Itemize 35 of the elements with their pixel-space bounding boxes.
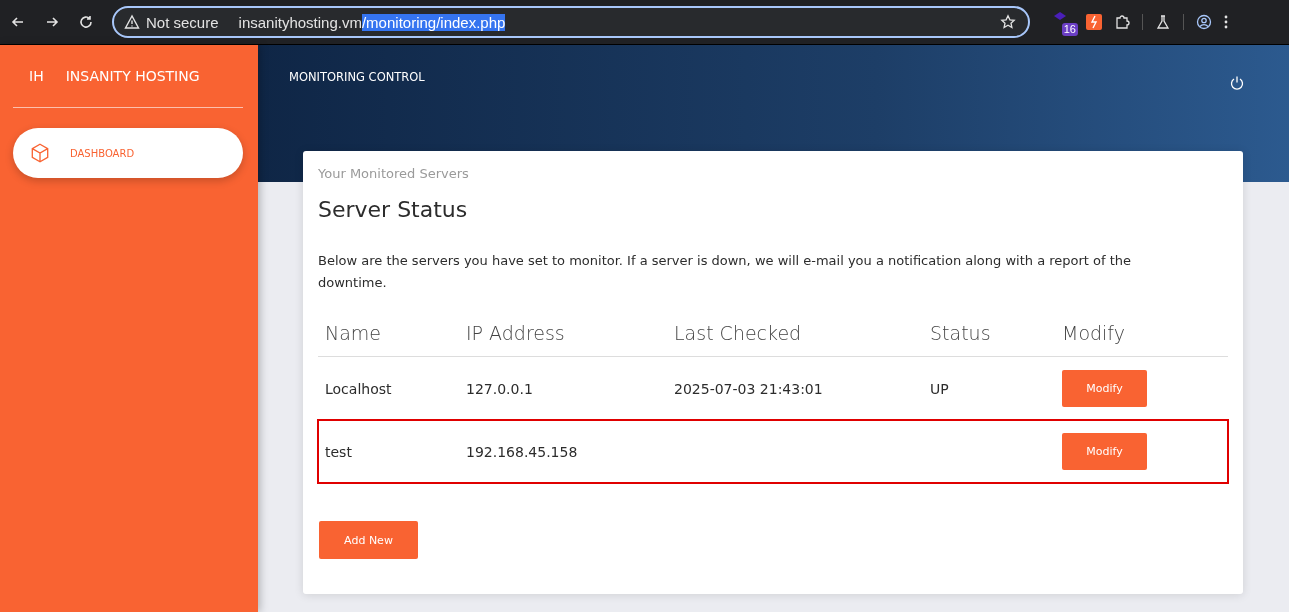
column-header: Status [923,310,1055,357]
puzzle-icon[interactable] [1114,14,1130,30]
column-header: Modify [1055,310,1228,357]
column-header: IP Address [459,310,667,357]
card-category: Your Monitored Servers [318,166,470,181]
sidebar-nav-item[interactable]: DASHBOARD [13,128,243,178]
header-title: MONITORING CONTROL [289,69,425,84]
modify-button[interactable]: Modify [1062,433,1147,470]
extension-badge: 16 [1061,23,1078,36]
table-cell: 192.168.45.158 [466,443,578,460]
column-header: Name [318,310,459,357]
logo-mini[interactable]: IH [29,68,44,84]
table-cell: 127.0.0.1 [466,380,533,397]
table-cell: test [325,443,352,460]
menu-icon[interactable] [1224,14,1228,30]
reload-icon[interactable] [78,14,94,30]
url-text: insanityhosting.vm/monitoring/index.php [238,13,507,31]
address-bar[interactable]: Not secure insanityhosting.vm/monitoring/index.php [112,6,1030,38]
column-header: Last Checked [667,310,923,357]
logo-text[interactable]: INSANITY HOSTING [65,68,200,84]
table-cell: UP [930,380,949,397]
add-new-button[interactable]: Add New [319,521,418,559]
security-label: Not secure [146,13,219,31]
flask-icon[interactable] [1155,14,1171,30]
card-title: Server Status [318,197,469,222]
table-cell: Localhost [325,380,392,397]
power-icon[interactable] [1229,75,1245,91]
table-cell: 2025-07-03 21:43:01 [674,380,823,397]
bookmark-star-icon[interactable] [1000,14,1016,30]
lightning-icon[interactable] [1086,14,1102,30]
card-description: Below are the servers you have set to monitor. If a server is down, we will e-mail you a notification along with a report of the downtime. [318,252,1133,292]
profile-icon[interactable] [1196,14,1212,30]
cube-icon [29,142,51,164]
warning-icon [124,14,140,30]
modify-button[interactable]: Modify [1062,370,1147,407]
